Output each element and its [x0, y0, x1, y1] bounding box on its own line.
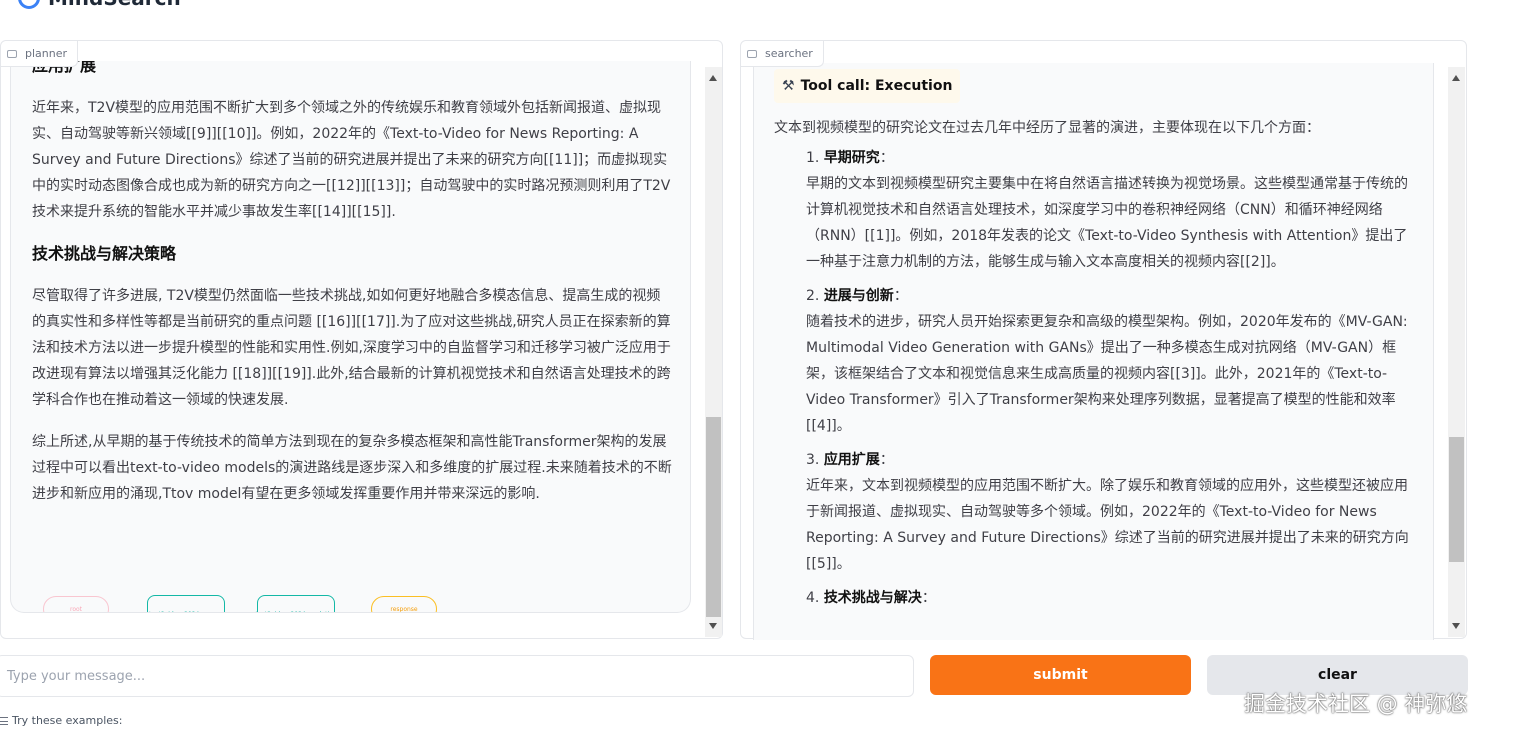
searcher-label: searcher [741, 41, 824, 67]
list-title: 进展与创新 [823, 288, 894, 304]
scroll-thumb[interactable] [706, 417, 721, 617]
app-root: MindSearch planner 应用扩展 近年来，T2V模型的应用范围不断… [0, 0, 1526, 739]
tool-call-label: Tool call: Execution [800, 78, 953, 94]
logo: MindSearch [18, 0, 181, 10]
list-colon: ： [893, 288, 908, 304]
chat-icon [747, 49, 757, 58]
list-title: 应用扩展 [823, 452, 880, 468]
watermark: 掘金技术社区 @ 神弥悠 [1244, 692, 1468, 716]
planner-panel: planner 应用扩展 近年来，T2V模型的应用范围不断扩大到多个领域之外的传… [0, 40, 723, 639]
section-heading-expand: 应用扩展 [32, 61, 97, 75]
examples-label: Try these examples: [12, 714, 123, 727]
list-title: 早期研究 [823, 150, 880, 166]
list-number: 2. [806, 288, 824, 304]
submit-button[interactable]: submit [930, 655, 1191, 695]
paragraph-summary: 综上所述,从早期的基于传统技术的简单方法到现在的复杂多模态框架和高性能Trans… [32, 434, 672, 502]
planner-message: 应用扩展 近年来，T2V模型的应用范围不断扩大到多个领域之外的传统娱乐和教育领域… [10, 61, 691, 613]
planner-label-text: planner [25, 47, 68, 60]
searcher-scrollbar[interactable] [1448, 67, 1465, 637]
chat-icon [7, 49, 17, 58]
list-item: 3. 应用扩展： 近年来，文本到视频模型的应用范围不断扩大。除了娱乐和教育领域的… [806, 447, 1414, 577]
scroll-up-icon[interactable] [709, 75, 717, 81]
searcher-message: ⚒ Tool call: Execution 文本到视频模型的研究论文在过去几年… [753, 63, 1434, 640]
searcher-panel: searcher ⚒ Tool call: Execution 文本到视频模型的… [740, 40, 1467, 640]
list-number: 1. [806, 150, 824, 166]
scroll-down-icon[interactable] [1452, 623, 1460, 629]
list-icon [0, 716, 8, 725]
app-title: MindSearch [48, 0, 181, 10]
searcher-label-text: searcher [765, 47, 813, 60]
message-input[interactable]: Type your message... [0, 655, 914, 697]
tool-call-badge[interactable]: ⚒ Tool call: Execution [774, 69, 961, 103]
graph-node-root[interactable]: root [43, 596, 109, 612]
list-number: 3. [806, 452, 824, 468]
logo-icon [18, 0, 40, 9]
planner-scrollbar[interactable] [705, 67, 722, 637]
list-item: 2. 进展与创新： 随着技术的进步，研究人员开始探索更复杂和高级的模型架构。例如… [806, 283, 1414, 439]
list-body: 近年来，文本到视频模型的应用范围不断扩大。除了娱乐和教育领域的应用外，这些模型还… [806, 478, 1409, 572]
graph-node-papers[interactable]: text2video_2024_papers [147, 595, 225, 612]
section-heading-challenge: 技术挑战与解决策略 [32, 244, 177, 263]
scroll-down-icon[interactable] [709, 623, 717, 629]
scroll-up-icon[interactable] [1452, 75, 1460, 81]
paragraph-expand: 近年来，T2V模型的应用范围不断扩大到多个领域之外的传统娱乐和教育领域外包括新闻… [32, 100, 671, 220]
planner-graph: root text2video_2024_papers text2video_2… [41, 589, 461, 612]
list-number: 4. [806, 590, 824, 606]
hammer-wrench-icon: ⚒ [782, 78, 795, 94]
searcher-intro: 文本到视频模型的研究论文在过去几年中经历了显著的演进，主要体现在以下几个方面： [774, 120, 1320, 136]
graph-node-evolution[interactable]: text2video_2024_evolution [255, 595, 337, 612]
examples-header: Try these examples: [0, 714, 122, 727]
list-item: 4. 技术挑战与解决： [806, 585, 1414, 611]
list-title: 技术挑战与解决 [823, 590, 922, 606]
list-body: 早期的文本到视频模型研究主要集中在将自然语言描述转换为视觉场景。这些模型通常基于… [806, 176, 1408, 270]
list-item: 1. 早期研究： 早期的文本到视频模型研究主要集中在将自然语言描述转换为视觉场景… [806, 145, 1414, 275]
graph-node-response[interactable]: response [371, 596, 437, 612]
list-colon: ： [921, 590, 936, 606]
list-body: 随着技术的进步，研究人员开始探索更复杂和高级的模型架构。例如，2020年发布的《… [806, 314, 1408, 434]
list-colon: ： [879, 452, 894, 468]
scroll-thumb[interactable] [1449, 437, 1464, 562]
list-colon: ： [879, 150, 894, 166]
paragraph-challenge: 尽管取得了许多进展, T2V模型仍然面临一些技术挑战,如如何更好地融合多模态信息… [32, 288, 671, 408]
planner-label: planner [1, 41, 79, 67]
